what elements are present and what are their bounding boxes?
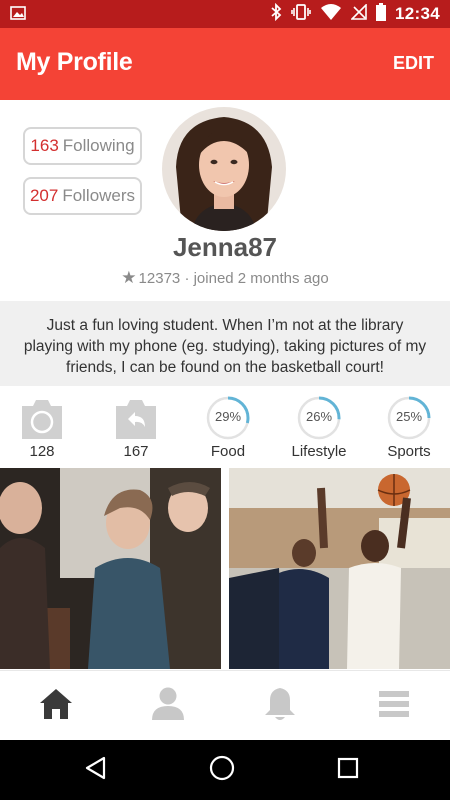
no-signal-icon	[350, 2, 367, 25]
system-recents-button[interactable]	[318, 740, 378, 800]
nav-profile[interactable]	[112, 671, 224, 741]
lifestyle-percent: 26%	[305, 409, 333, 424]
star-icon: ★	[121, 268, 137, 287]
edit-button[interactable]: EDIT	[393, 53, 434, 74]
battery-icon	[376, 2, 387, 26]
home-icon	[38, 687, 74, 726]
photo-friends[interactable]	[0, 468, 221, 669]
vibrate-icon	[291, 3, 311, 25]
wifi-icon	[320, 3, 342, 25]
nav-home[interactable]	[0, 671, 112, 741]
shares-count: 167	[123, 443, 149, 460]
reply-icon	[113, 396, 159, 447]
lifestyle-label: Lifestyle	[291, 443, 347, 460]
status-time: 12:34	[395, 4, 440, 23]
bio-text: Just a fun loving student. When I’m not …	[0, 301, 450, 386]
nav-menu[interactable]	[338, 671, 450, 741]
food-percent: 29%	[214, 409, 242, 424]
home-circle-icon	[209, 755, 235, 786]
following-label: Following	[62, 136, 135, 155]
menu-icon	[379, 689, 409, 724]
following-button[interactable]: 163 Following	[23, 127, 142, 165]
profile-meta: ★ 12373 · joined 2 months ago	[0, 268, 450, 288]
status-bar: 12:34	[0, 0, 450, 28]
food-label: Food	[210, 443, 246, 460]
app-bar: My Profile EDIT	[0, 28, 450, 100]
followers-button[interactable]: 207 Followers	[23, 177, 142, 215]
points-count: 12373	[138, 270, 181, 287]
following-count: 163	[30, 136, 59, 155]
nav-notifications[interactable]	[224, 671, 336, 741]
system-home-button[interactable]	[192, 740, 252, 800]
followers-count: 207	[29, 186, 59, 205]
recents-icon	[337, 757, 359, 784]
system-nav-bar	[0, 740, 450, 800]
profile-icon	[150, 686, 186, 727]
bottom-nav	[0, 670, 450, 741]
sports-percent: 25%	[395, 409, 423, 424]
photo-basketball[interactable]	[229, 468, 450, 669]
sports-label: Sports	[387, 443, 431, 460]
image-icon	[10, 6, 26, 20]
back-icon	[84, 756, 106, 785]
page-title: My Profile	[16, 48, 133, 76]
joined-text: · joined 2 months ago	[184, 270, 329, 287]
notifications-icon	[263, 686, 297, 727]
bluetooth-icon	[270, 2, 282, 26]
followers-label: Followers	[62, 186, 136, 205]
system-back-button[interactable]	[65, 740, 125, 800]
photos-count: 128	[29, 443, 55, 460]
username: Jenna87	[172, 232, 278, 262]
avatar[interactable]	[162, 107, 286, 231]
camera-icon	[19, 396, 65, 447]
